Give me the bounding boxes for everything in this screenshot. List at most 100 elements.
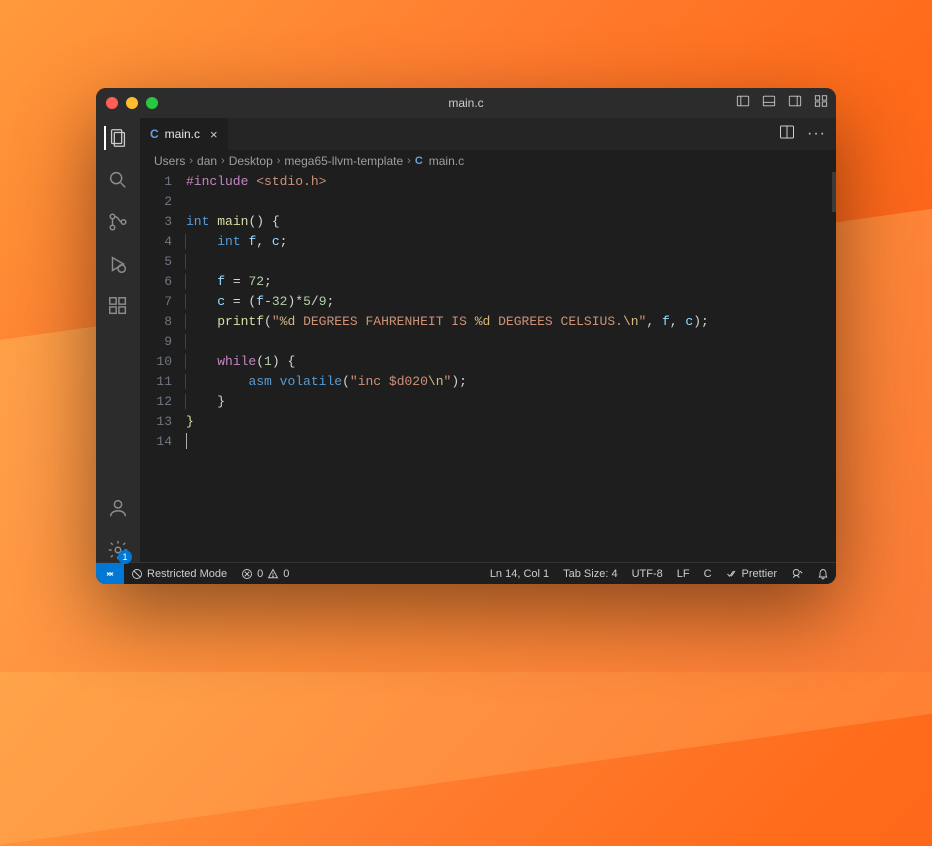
code-line[interactable]: int main() {: [186, 212, 820, 232]
breadcrumb-file[interactable]: main.c: [429, 154, 464, 168]
breadcrumb-part[interactable]: Users: [154, 154, 185, 168]
breadcrumb[interactable]: Users › dan › Desktop › mega65-llvm-temp…: [140, 150, 836, 172]
code-token: ;: [264, 274, 272, 289]
code-token: ,: [670, 314, 686, 329]
code-line[interactable]: [186, 432, 820, 452]
source-control-icon[interactable]: [106, 210, 130, 234]
customize-layout-icon[interactable]: [814, 94, 828, 113]
titlebar[interactable]: main.c: [96, 88, 836, 118]
problems-indicator[interactable]: 0 0: [234, 563, 296, 584]
chevron-right-icon: ›: [277, 155, 281, 167]
c-file-icon: C: [415, 155, 423, 167]
code-token: DEGREES CELSIUS.: [490, 314, 623, 329]
c-file-icon: C: [150, 127, 159, 141]
close-window-button[interactable]: [106, 97, 118, 109]
code-token: 72: [248, 274, 264, 289]
code-line[interactable]: f = 72;: [186, 272, 820, 292]
notifications-bell-icon[interactable]: [810, 568, 836, 580]
code-line[interactable]: while(1) {: [186, 352, 820, 372]
code-line[interactable]: #include <stdio.h>: [186, 172, 820, 192]
code-line[interactable]: [186, 332, 820, 352]
code-token: \n: [428, 374, 444, 389]
code-line[interactable]: }: [186, 412, 820, 432]
code-line[interactable]: }: [186, 392, 820, 412]
code-token: ,: [256, 234, 272, 249]
breadcrumb-part[interactable]: Desktop: [229, 154, 273, 168]
layout-left-icon[interactable]: [736, 94, 750, 113]
extensions-icon[interactable]: [106, 294, 130, 318]
traffic-lights: [106, 97, 158, 109]
cursor-position[interactable]: Ln 14, Col 1: [483, 568, 556, 580]
file-tab-main-c[interactable]: C main.c ×: [140, 118, 229, 150]
feedback-icon[interactable]: [784, 568, 810, 580]
code-token: ": [272, 314, 280, 329]
line-number-gutter: 1234567891011121314: [140, 172, 186, 562]
code-token: main: [217, 214, 248, 229]
code-token: 1: [264, 354, 272, 369]
zoom-window-button[interactable]: [146, 97, 158, 109]
prettier-indicator[interactable]: Prettier: [719, 568, 784, 580]
vscode-window: main.c 1 C main.c: [96, 88, 836, 584]
code-line[interactable]: [186, 252, 820, 272]
more-actions-icon[interactable]: ···: [807, 125, 826, 143]
code-line[interactable]: c = (f-32)*5/9;: [186, 292, 820, 312]
code-token: %d: [475, 314, 491, 329]
editor-group: C main.c × ··· Users › dan › Desktop › m…: [140, 118, 836, 562]
close-tab-icon[interactable]: ×: [210, 127, 218, 142]
layout-bottom-icon[interactable]: [762, 94, 776, 113]
search-icon[interactable]: [106, 168, 130, 192]
tab-size[interactable]: Tab Size: 4: [556, 568, 624, 580]
code-token: ,: [646, 314, 662, 329]
line-number: 2: [140, 192, 172, 212]
code-token: 32: [272, 294, 288, 309]
split-editor-icon[interactable]: [779, 124, 795, 145]
explorer-icon[interactable]: [104, 126, 130, 150]
line-number: 1: [140, 172, 172, 192]
run-debug-icon[interactable]: [106, 252, 130, 276]
code-token: DEGREES FAHRENHEIT IS: [295, 314, 474, 329]
activity-bar: 1: [96, 118, 140, 562]
eol[interactable]: LF: [670, 568, 697, 580]
scrollbar-thumb[interactable]: [832, 172, 836, 212]
code-line[interactable]: printf("%d DEGREES FAHRENHEIT IS %d DEGR…: [186, 312, 820, 332]
code-token: );: [451, 374, 467, 389]
line-number: 14: [140, 432, 172, 452]
restricted-mode-indicator[interactable]: Restricted Mode: [124, 563, 234, 584]
layout-right-icon[interactable]: [788, 94, 802, 113]
code-token: f: [662, 314, 670, 329]
code-token: <stdio.h>: [256, 174, 326, 189]
code-line[interactable]: int f, c;: [186, 232, 820, 252]
encoding[interactable]: UTF-8: [625, 568, 670, 580]
window-body: 1 C main.c × ··· Users › dan › De: [96, 118, 836, 562]
code-line[interactable]: asm volatile("inc $d020\n");: [186, 372, 820, 392]
accounts-icon[interactable]: [106, 496, 130, 520]
code-token: while: [217, 354, 256, 369]
code-token: ) {: [272, 354, 295, 369]
remote-indicator[interactable]: [96, 563, 124, 584]
code-token: int: [217, 234, 248, 249]
minimize-window-button[interactable]: [126, 97, 138, 109]
code-token: \n: [623, 314, 639, 329]
code-line[interactable]: [186, 192, 820, 212]
code-token: #include: [186, 174, 256, 189]
chevron-right-icon: ›: [407, 155, 411, 167]
scrollbar[interactable]: [830, 172, 836, 562]
line-number: 5: [140, 252, 172, 272]
code-editor[interactable]: 1234567891011121314 #include <stdio.h> i…: [140, 172, 836, 562]
line-number: 6: [140, 272, 172, 292]
errors-count: 0: [257, 568, 263, 580]
code-token: c: [272, 234, 280, 249]
language-mode[interactable]: C: [697, 568, 719, 580]
code-token: "inc $d020: [350, 374, 428, 389]
code-content[interactable]: #include <stdio.h> int main() { int f, c…: [186, 172, 830, 562]
breadcrumb-part[interactable]: dan: [197, 154, 217, 168]
code-token: c: [217, 294, 225, 309]
tab-bar: C main.c × ···: [140, 118, 836, 150]
line-number: 11: [140, 372, 172, 392]
breadcrumb-part[interactable]: mega65-llvm-template: [284, 154, 403, 168]
tab-filename: main.c: [165, 127, 200, 141]
chevron-right-icon: ›: [189, 155, 193, 167]
code-token: (: [264, 314, 272, 329]
code-token: )*: [287, 294, 303, 309]
code-token: =: [225, 274, 248, 289]
